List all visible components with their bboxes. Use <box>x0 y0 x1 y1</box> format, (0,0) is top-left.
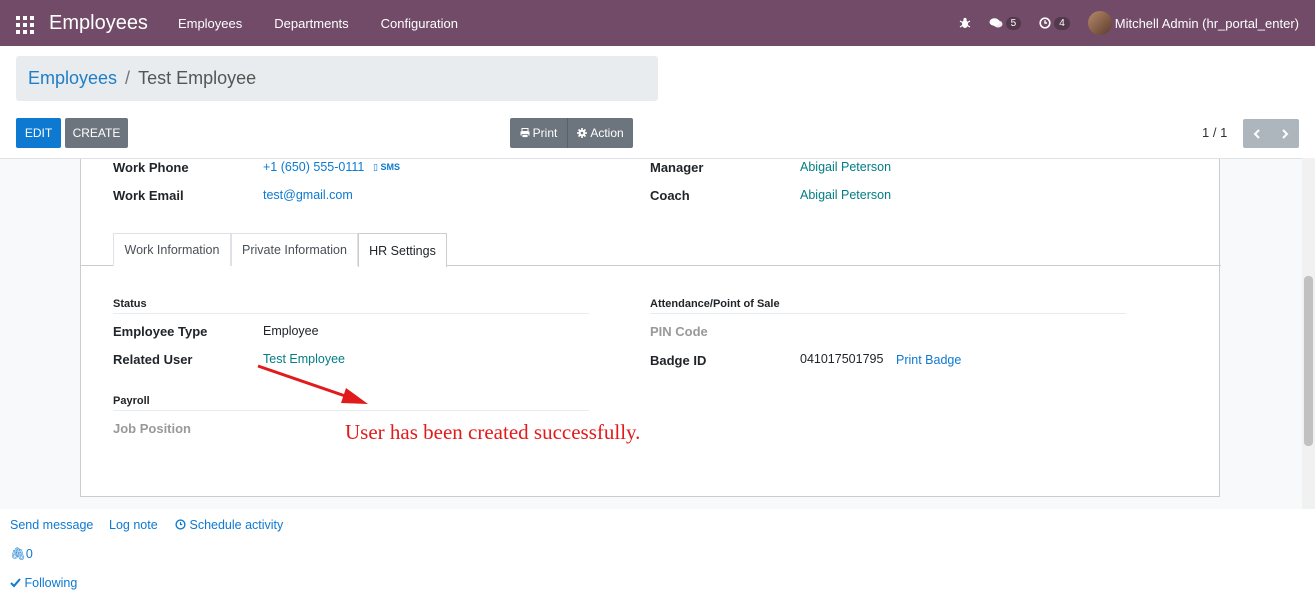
create-button[interactable]: CREATE <box>65 118 128 148</box>
action-button[interactable]: Action <box>567 118 633 148</box>
breadcrumb-current: Test Employee <box>138 68 257 88</box>
status-group-title: Status <box>113 298 147 310</box>
tab-work-information[interactable]: Work Information <box>113 233 231 266</box>
form-view: Work Phone +1 (650) 555-0111 ▯ SMS Work … <box>0 158 1302 509</box>
clock-icon <box>175 519 186 530</box>
manager-label: Manager <box>650 160 704 175</box>
pager-value[interactable]: 1 / 1 <box>1202 125 1227 140</box>
send-message-button[interactable]: Send message <box>10 518 93 532</box>
annotation-arrow <box>257 364 368 404</box>
coach-link[interactable]: Abigail Peterson <box>800 188 891 202</box>
tab-hr-settings[interactable]: HR Settings <box>358 233 447 267</box>
sms-button-label: SMS <box>380 162 400 172</box>
log-note-button[interactable]: Log note <box>109 518 158 532</box>
employee-type-label: Employee Type <box>113 324 208 339</box>
app-title[interactable]: Employees <box>49 12 148 35</box>
form-scrollbar[interactable] <box>1302 158 1315 509</box>
chevron-left-icon <box>1253 128 1260 139</box>
sms-button[interactable]: ▯ SMS <box>373 162 400 173</box>
menu-item-departments[interactable]: Departments <box>258 16 364 31</box>
messages-count-badge: 5 <box>1005 16 1022 30</box>
job-position-label: Job Position <box>113 421 191 436</box>
print-button[interactable]: Print <box>510 118 567 148</box>
employee-type-value: Employee <box>263 324 319 338</box>
badge-id-value: 041017501795 <box>800 352 884 366</box>
scrollbar-thumb[interactable] <box>1304 276 1313 446</box>
menu-item-employees[interactable]: Employees <box>162 16 258 31</box>
work-email-label: Work Email <box>113 188 184 203</box>
pin-code-label: PIN Code <box>650 324 708 339</box>
schedule-activity-button[interactable]: Schedule activity <box>175 518 283 532</box>
activities-count-badge: 4 <box>1054 16 1070 30</box>
mobile-icon: ▯ <box>373 162 378 172</box>
pager-next-button[interactable] <box>1271 119 1299 148</box>
payroll-divider <box>113 410 589 411</box>
tab-private-information[interactable]: Private Information <box>231 233 358 266</box>
following-button[interactable]: Following <box>10 576 77 590</box>
print-button-label: Print <box>532 126 558 140</box>
debug-icon[interactable] <box>959 17 971 29</box>
attendance-divider <box>650 313 1126 314</box>
gear-icon <box>577 128 588 138</box>
user-avatar[interactable] <box>1087 11 1112 35</box>
activities-menu[interactable]: 4 <box>1039 16 1070 30</box>
print-badge-button[interactable]: Print Badge <box>896 353 961 367</box>
schedule-activity-label: Schedule activity <box>189 518 284 532</box>
work-phone-link[interactable]: +1 (650) 555-0111 <box>263 160 364 174</box>
coach-label: Coach <box>650 188 690 203</box>
user-menu[interactable]: Mitchell Admin (hr_portal_enter) <box>1115 16 1299 31</box>
notebook-tabs: Work Information Private Information HR … <box>81 233 1221 267</box>
attendance-group-title: Attendance/Point of Sale <box>650 298 780 310</box>
chevron-right-icon <box>1282 128 1289 139</box>
annotation-text: User has been created successfully. <box>345 420 641 444</box>
systray: 5 4 Mitchell Admin (hr_portal_enter) <box>959 0 1315 46</box>
attachments-count: 0 <box>25 547 33 561</box>
work-phone-label: Work Phone <box>113 160 189 175</box>
top-navbar: Employees Employees Departments Configur… <box>0 0 1315 46</box>
chat-icon <box>989 18 1003 28</box>
main-menu: Employees Departments Configuration <box>162 16 474 31</box>
following-label: Following <box>24 576 78 590</box>
chatter: Send message Log note Schedule activity … <box>0 509 1302 607</box>
print-icon <box>520 128 530 138</box>
breadcrumb-employees-link[interactable]: Employees <box>28 68 117 89</box>
menu-item-configuration[interactable]: Configuration <box>365 16 474 31</box>
payroll-group-title: Payroll <box>113 395 150 407</box>
manager-link[interactable]: Abigail Peterson <box>800 160 891 174</box>
clock-icon <box>1039 17 1051 29</box>
status-divider <box>113 313 589 314</box>
breadcrumb: Employees / Test Employee <box>16 56 658 101</box>
form-sheet: Work Phone +1 (650) 555-0111 ▯ SMS Work … <box>80 159 1221 497</box>
breadcrumb-separator: / <box>125 68 131 88</box>
apps-menu-icon[interactable] <box>16 16 34 34</box>
pager-previous-button[interactable] <box>1243 119 1271 148</box>
edit-button[interactable]: EDIT <box>16 118 61 148</box>
check-icon <box>10 578 21 588</box>
badge-id-label: Badge ID <box>650 353 707 368</box>
action-button-label: Action <box>590 126 624 140</box>
messages-menu[interactable]: 5 <box>989 16 1022 30</box>
paperclip-icon: 🖇 <box>10 547 26 561</box>
attachments-button[interactable]: 🖇0 <box>10 547 33 562</box>
work-email-link[interactable]: test@gmail.com <box>263 188 353 202</box>
related-user-label: Related User <box>113 352 193 367</box>
